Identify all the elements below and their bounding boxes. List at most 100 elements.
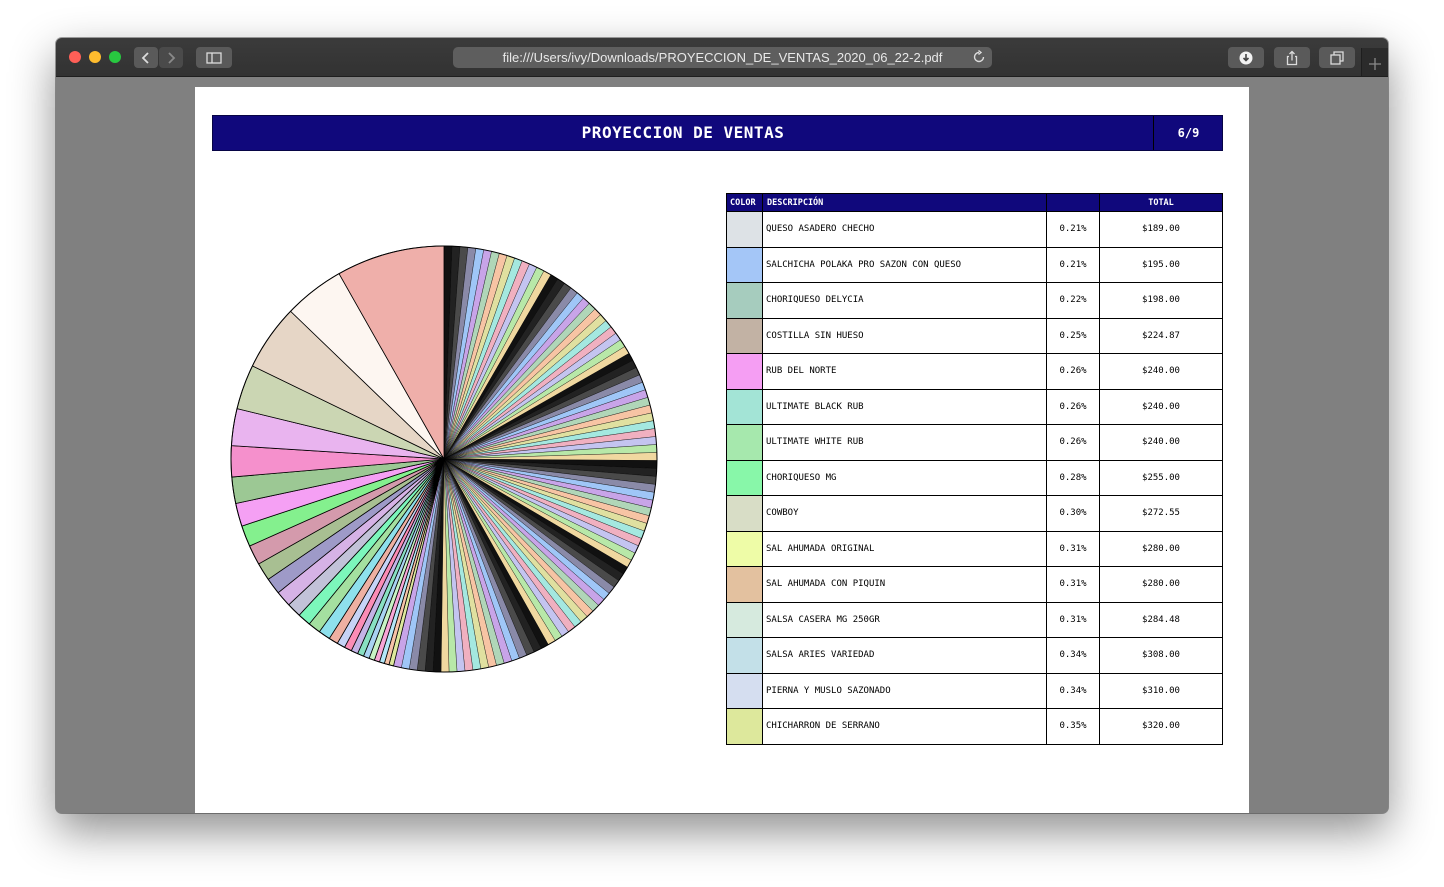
color-swatch bbox=[726, 601, 763, 638]
color-swatch bbox=[726, 459, 763, 496]
total-value: $280.00 bbox=[1099, 530, 1223, 567]
total-value: $198.00 bbox=[1099, 282, 1223, 319]
percent-value: 0.25% bbox=[1046, 317, 1100, 354]
title-bar: file:///Users/ivy/Downloads/PROYECCION_D… bbox=[56, 38, 1388, 77]
percent-value: 0.26% bbox=[1046, 353, 1100, 390]
percent-value: 0.21% bbox=[1046, 211, 1100, 248]
report-header: PROYECCION DE VENTAS 6/9 bbox=[212, 115, 1223, 151]
total-column-header: TOTAL bbox=[1099, 193, 1223, 212]
legend-header-row: COLOR DESCRIPCIÓN TOTAL bbox=[726, 193, 1223, 212]
description-column-header: DESCRIPCIÓN bbox=[762, 193, 1047, 212]
product-description: QUESO ASADERO CHECHO bbox=[762, 211, 1047, 248]
url-text: file:///Users/ivy/Downloads/PROYECCION_D… bbox=[502, 50, 943, 65]
color-column-header: COLOR bbox=[726, 193, 763, 212]
table-row: COWBOY 0.30% $272.55 bbox=[726, 495, 1223, 532]
percent-value: 0.31% bbox=[1046, 601, 1100, 638]
table-row: RUB DEL NORTE 0.26% $240.00 bbox=[726, 353, 1223, 390]
product-description: COSTILLA SIN HUESO bbox=[762, 317, 1047, 354]
table-row: SALSA ARIES VARIEDAD 0.34% $308.00 bbox=[726, 637, 1223, 674]
total-value: $255.00 bbox=[1099, 459, 1223, 496]
color-swatch bbox=[726, 317, 763, 354]
percent-value: 0.21% bbox=[1046, 246, 1100, 283]
color-swatch bbox=[726, 566, 763, 603]
table-row: COSTILLA SIN HUESO 0.25% $224.87 bbox=[726, 317, 1223, 354]
percent-value: 0.35% bbox=[1046, 708, 1100, 745]
total-value: $240.00 bbox=[1099, 388, 1223, 425]
downloads-button[interactable] bbox=[1228, 47, 1264, 68]
total-value: $224.87 bbox=[1099, 317, 1223, 354]
product-description: SAL AHUMADA CON PIQUIN bbox=[762, 566, 1047, 603]
sales-pie-chart bbox=[230, 245, 658, 673]
product-description: CHORIQUESO MG bbox=[762, 459, 1047, 496]
report-title: PROYECCION DE VENTAS bbox=[581, 123, 785, 142]
total-value: $272.55 bbox=[1099, 495, 1223, 532]
new-tab-button[interactable] bbox=[1361, 48, 1388, 76]
forward-button[interactable] bbox=[159, 47, 183, 68]
percent-value: 0.31% bbox=[1046, 530, 1100, 567]
plus-icon bbox=[1369, 58, 1381, 70]
reload-icon[interactable] bbox=[972, 50, 986, 64]
legend-table: COLOR DESCRIPCIÓN TOTAL QUESO ASADERO CH… bbox=[726, 193, 1223, 745]
sidebar-toggle-button[interactable] bbox=[196, 47, 232, 68]
percent-value: 0.31% bbox=[1046, 566, 1100, 603]
chevron-left-icon bbox=[141, 51, 149, 64]
percent-value: 0.26% bbox=[1046, 424, 1100, 461]
total-value: $240.00 bbox=[1099, 353, 1223, 390]
product-description: CHORIQUESO DELYCIA bbox=[762, 282, 1047, 319]
table-row: SALSA CASERA MG 250GR 0.31% $284.48 bbox=[726, 601, 1223, 638]
percent-value: 0.34% bbox=[1046, 672, 1100, 709]
table-row: QUESO ASADERO CHECHO 0.21% $189.00 bbox=[726, 211, 1223, 248]
percent-value: 0.22% bbox=[1046, 282, 1100, 319]
pdf-viewer[interactable]: PROYECCION DE VENTAS 6/9 COLOR DESCRIPCI… bbox=[56, 77, 1388, 813]
color-swatch bbox=[726, 246, 763, 283]
color-swatch bbox=[726, 211, 763, 248]
total-value: $195.00 bbox=[1099, 246, 1223, 283]
product-description: ULTIMATE BLACK RUB bbox=[762, 388, 1047, 425]
total-value: $310.00 bbox=[1099, 672, 1223, 709]
color-swatch bbox=[726, 353, 763, 390]
percent-value: 0.28% bbox=[1046, 459, 1100, 496]
share-icon bbox=[1286, 50, 1298, 65]
total-value: $284.48 bbox=[1099, 601, 1223, 638]
color-swatch bbox=[726, 708, 763, 745]
percent-value: 0.30% bbox=[1046, 495, 1100, 532]
download-icon bbox=[1239, 51, 1253, 64]
table-row: SAL AHUMADA CON PIQUIN 0.31% $280.00 bbox=[726, 566, 1223, 603]
tabs-overview-button[interactable] bbox=[1319, 47, 1355, 68]
product-description: SALCHICHA POLAKA PRO SAZON CON QUESO bbox=[762, 246, 1047, 283]
chevron-right-icon bbox=[168, 51, 176, 64]
total-value: $189.00 bbox=[1099, 211, 1223, 248]
tabs-icon bbox=[1330, 50, 1344, 65]
table-row: SALCHICHA POLAKA PRO SAZON CON QUESO 0.21… bbox=[726, 246, 1223, 283]
table-row: PIERNA Y MUSLO SAZONADO 0.34% $310.00 bbox=[726, 672, 1223, 709]
table-row: ULTIMATE BLACK RUB 0.26% $240.00 bbox=[726, 388, 1223, 425]
percent-column-header bbox=[1046, 193, 1100, 212]
color-swatch bbox=[726, 672, 763, 709]
share-button[interactable] bbox=[1274, 47, 1310, 68]
color-swatch bbox=[726, 637, 763, 674]
product-description: SALSA ARIES VARIEDAD bbox=[762, 637, 1047, 674]
product-description: RUB DEL NORTE bbox=[762, 353, 1047, 390]
pdf-page: PROYECCION DE VENTAS 6/9 COLOR DESCRIPCI… bbox=[195, 87, 1249, 813]
table-row: ULTIMATE WHITE RUB 0.26% $240.00 bbox=[726, 424, 1223, 461]
total-value: $240.00 bbox=[1099, 424, 1223, 461]
page-number: 6/9 bbox=[1153, 116, 1223, 150]
product-description: COWBOY bbox=[762, 495, 1047, 532]
table-row: CHICHARRON DE SERRANO 0.35% $320.00 bbox=[726, 708, 1223, 745]
color-swatch bbox=[726, 282, 763, 319]
close-window-button[interactable] bbox=[69, 51, 81, 63]
product-description: ULTIMATE WHITE RUB bbox=[762, 424, 1047, 461]
product-description: SAL AHUMADA ORIGINAL bbox=[762, 530, 1047, 567]
percent-value: 0.34% bbox=[1046, 637, 1100, 674]
browser-window: file:///Users/ivy/Downloads/PROYECCION_D… bbox=[56, 38, 1388, 813]
percent-value: 0.26% bbox=[1046, 388, 1100, 425]
product-description: PIERNA Y MUSLO SAZONADO bbox=[762, 672, 1047, 709]
color-swatch bbox=[726, 530, 763, 567]
address-bar[interactable]: file:///Users/ivy/Downloads/PROYECCION_D… bbox=[453, 47, 992, 68]
minimize-window-button[interactable] bbox=[89, 51, 101, 63]
table-row: SAL AHUMADA ORIGINAL 0.31% $280.00 bbox=[726, 530, 1223, 567]
zoom-window-button[interactable] bbox=[109, 51, 121, 63]
color-swatch bbox=[726, 388, 763, 425]
table-row: CHORIQUESO DELYCIA 0.22% $198.00 bbox=[726, 282, 1223, 319]
back-button[interactable] bbox=[134, 47, 158, 68]
